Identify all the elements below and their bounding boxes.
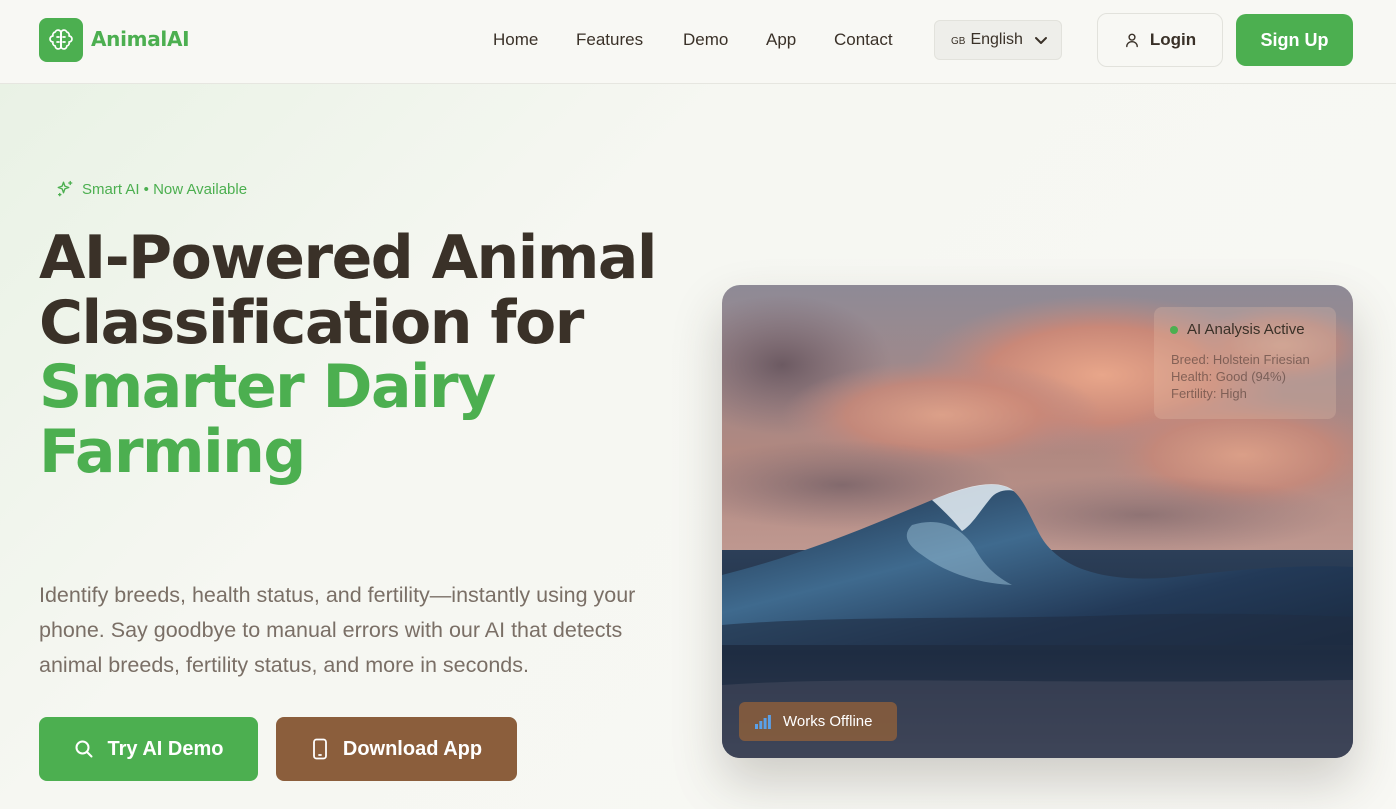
nav-item-demo[interactable]: Demo — [683, 30, 728, 50]
phone-icon — [312, 738, 327, 760]
try-ai-demo-label: Try AI Demo — [107, 737, 224, 760]
user-icon — [1125, 33, 1138, 48]
signal-icon — [755, 714, 771, 729]
download-app-button[interactable]: Download App — [276, 717, 517, 781]
hero-headline: AI-Powered Animal Classification for Sma… — [39, 226, 699, 484]
login-label: Login — [1149, 30, 1197, 49]
language-select[interactable]: GB English — [934, 20, 1062, 60]
status-badge: Smart AI • Now Available — [56, 180, 247, 198]
hero-subtext: Identify breeds, health status, and fert… — [39, 583, 636, 677]
headline-dark: AI-Powered Animal Classification for — [39, 223, 657, 358]
nav-item-features[interactable]: Features — [576, 30, 643, 50]
ai-analysis-panel: AI Analysis Active Breed: Holstein Fries… — [1154, 307, 1336, 419]
headline-green: Smarter Dairy Farming — [39, 352, 496, 487]
brand-logo[interactable] — [39, 18, 83, 62]
nav-item-app[interactable]: App — [766, 30, 796, 50]
search-icon — [75, 740, 93, 758]
flag-gb: GB — [951, 35, 966, 47]
nav-item-home[interactable]: Home — [493, 30, 538, 50]
sparkle-icon — [57, 180, 73, 197]
brand-name[interactable]: AnimalAI — [91, 27, 190, 51]
analysis-fertility: Fertility: High — [1171, 386, 1247, 401]
ai-analysis-header: AI Analysis Active — [1170, 321, 1305, 338]
analysis-breed: Breed: Holstein Friesian — [1171, 352, 1310, 367]
status-dot-icon — [1170, 325, 1178, 334]
language-selected: English — [970, 31, 1023, 48]
signup-button[interactable]: Sign Up — [1236, 14, 1353, 66]
top-nav-bar: AnimalAI Home Features Demo App Contact … — [0, 0, 1396, 84]
chevron-down-icon — [1035, 37, 1047, 44]
ai-analysis-title: AI Analysis Active — [1187, 321, 1305, 338]
works-offline-badge: Works Offline — [739, 702, 897, 741]
brain-icon — [49, 29, 73, 50]
try-ai-demo-button[interactable]: Try AI Demo — [39, 717, 258, 781]
analysis-health: Health: Good (94%) — [1171, 369, 1286, 384]
badge-text: Smart AI • Now Available — [82, 180, 248, 198]
nav-item-contact[interactable]: Contact — [834, 30, 893, 50]
download-app-label: Download App — [342, 737, 483, 760]
hero-image-card: AI Analysis Active Breed: Holstein Fries… — [722, 285, 1353, 758]
works-offline-label: Works Offline — [783, 713, 873, 730]
login-button[interactable]: Login — [1097, 13, 1223, 67]
